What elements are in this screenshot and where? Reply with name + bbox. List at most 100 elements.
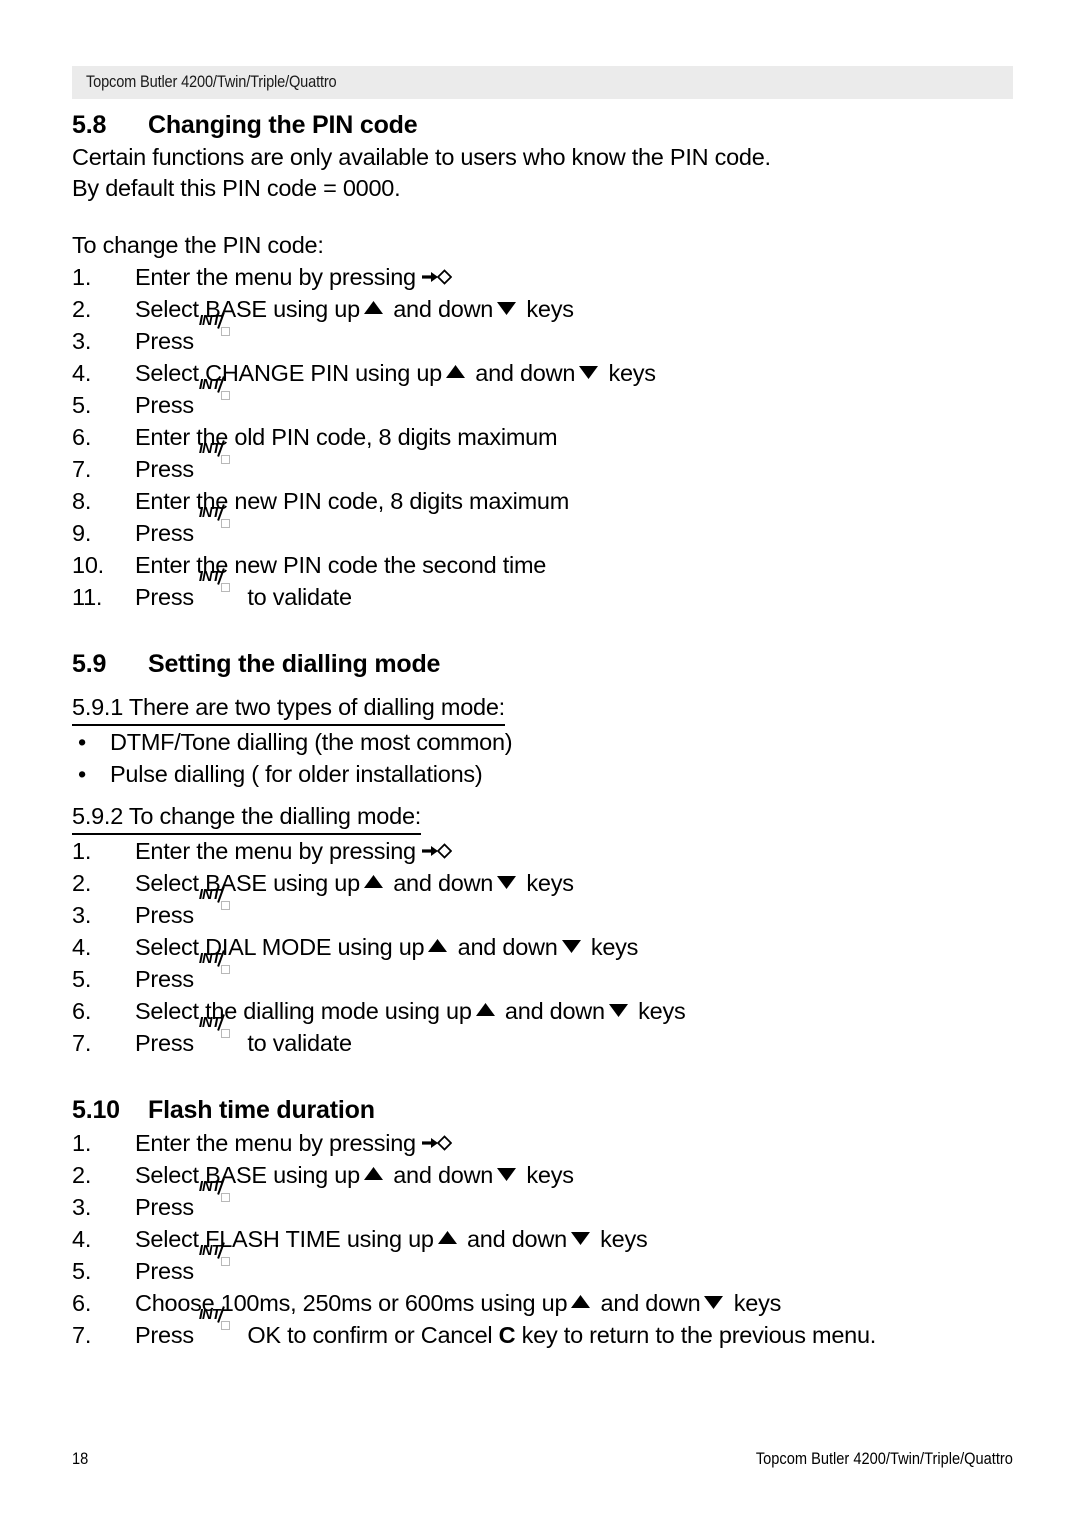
step-item: 5. Press INT [72, 950, 1012, 995]
step-number: 7. [72, 1322, 92, 1348]
step-number: 6. [72, 424, 92, 450]
step-text: Press INT to validate [135, 1014, 352, 1056]
up-triangle-icon [570, 1293, 591, 1309]
up-triangle-icon [363, 873, 384, 889]
up-triangle-icon [427, 937, 448, 953]
step-item: 7. Press INT to validate [72, 1014, 1012, 1059]
step-number: 1. [72, 838, 92, 864]
up-triangle-icon [437, 1229, 458, 1245]
step-text: Enter the menu by pressing [135, 838, 454, 864]
step-number: 3. [72, 328, 92, 354]
down-triangle-icon [496, 1167, 517, 1183]
step-item: 3. Press INT [72, 886, 1012, 931]
section-heading-5-10: 5.10 Flash time duration [72, 1093, 1012, 1127]
section-title-5-10: Flash time duration [148, 1096, 375, 1124]
down-triangle-icon [561, 939, 582, 955]
step-text: Press INT [135, 440, 235, 482]
step-number: 5. [72, 966, 92, 992]
menu-arrow-icon [421, 1133, 453, 1153]
section-heading-5-9: 5.9 Setting the dialling mode [72, 647, 1012, 681]
step-text: Choose 100ms, 250ms or 600ms using up an… [135, 1290, 782, 1316]
int-key-icon: INT [199, 504, 233, 541]
running-header-title: Topcom Butler 4200/Twin/Triple/Quattro [86, 72, 337, 91]
section-title-5-8: Changing the PIN code [148, 111, 418, 139]
step-number: 1. [72, 1130, 92, 1156]
paragraph-5-8-line1: Certain functions are only available to … [72, 144, 771, 170]
footer-document-title: Topcom Butler 4200/Twin/Triple/Quattro [755, 1449, 1013, 1468]
int-key-icon: INT [199, 1242, 233, 1279]
int-key-icon: INT [199, 568, 233, 605]
step-number: 4. [72, 934, 92, 960]
int-key-icon: INT [199, 886, 233, 923]
section-number-5-8: 5.8 [72, 111, 107, 139]
int-key-icon: INT [199, 1178, 233, 1215]
int-key-icon: INT [199, 440, 233, 477]
step-text: Press INT [135, 312, 235, 354]
int-key-icon: INT [199, 1306, 233, 1343]
subheading-wrap-5-9-1: 5.9.1 There are two types of dialling mo… [72, 691, 1012, 726]
down-triangle-icon [703, 1295, 724, 1311]
bullet-item: • Pulse dialling ( for older installation… [72, 758, 1012, 790]
up-triangle-icon [445, 363, 466, 379]
step-number: 6. [72, 998, 92, 1024]
step-list-5-9-2: 1. Enter the menu by pressing 2. Select BAS… [72, 835, 1012, 1059]
lead-in-5-8: To change the PIN code: [72, 232, 324, 258]
bullet-marker: • [78, 729, 86, 755]
int-key-icon: INT [199, 312, 233, 349]
step-item: 3. Press INT [72, 1178, 1012, 1223]
down-triangle-icon [496, 301, 517, 317]
step-number: 2. [72, 1162, 92, 1188]
step-number: 9. [72, 520, 92, 546]
step-item: 7. Press INT [72, 440, 1012, 485]
step-text: Press INT [135, 1178, 235, 1220]
up-triangle-icon [475, 1001, 496, 1017]
step-number: 7. [72, 1030, 92, 1056]
menu-arrow-icon [421, 267, 453, 287]
int-key-icon: INT [199, 376, 233, 413]
step-item: 3. Press INT [72, 312, 1012, 357]
footer-page-number: 18 [72, 1449, 89, 1468]
step-text: Press INT [135, 886, 235, 928]
step-number: 6. [72, 1290, 92, 1316]
step-text: Press INT [135, 950, 235, 992]
int-key-icon: INT [199, 950, 233, 987]
step-number: 10. [72, 552, 104, 578]
section-number-5-10: 5.10 [72, 1096, 120, 1124]
page-footer: 18 Topcom Butler 4200/Twin/Triple/Quattr… [72, 1448, 1013, 1474]
step-item: 1. Enter the menu by pressing [72, 835, 1012, 867]
section-title-5-9: Setting the dialling mode [148, 650, 441, 678]
step-number: 8. [72, 488, 92, 514]
step-item: 9. Press INT [72, 504, 1012, 549]
step-number: 5. [72, 392, 92, 418]
int-key-icon: INT [199, 1014, 233, 1051]
step-item: 5. Press INT [72, 1242, 1012, 1287]
step-text: Enter the menu by pressing [135, 264, 454, 290]
step-text: Press INT [135, 1242, 235, 1284]
up-triangle-icon [363, 1165, 384, 1181]
step-number: 4. [72, 1226, 92, 1252]
step-item: 11. Press INT to validate [72, 568, 1012, 613]
section-number-5-9: 5.9 [72, 650, 107, 678]
step-number: 3. [72, 1194, 92, 1220]
step-text: Enter the new PIN code the second time [135, 552, 547, 578]
down-triangle-icon [570, 1231, 591, 1247]
menu-arrow-icon [421, 841, 453, 861]
bullet-item: • DTMF/Tone dialling (the most common) [72, 726, 1012, 758]
subheading-wrap-5-9-2: 5.9.2 To change the dialling mode: [72, 800, 1012, 835]
step-text: Press INT to validate [135, 568, 352, 610]
step-number: 1. [72, 264, 92, 290]
step-text: Enter the menu by pressing [135, 1130, 454, 1156]
step-list-5-10: 1. Enter the menu by pressing 2. Select BAS… [72, 1127, 1012, 1351]
bullet-marker: • [78, 761, 86, 787]
page-content: 5.8 Changing the PIN code Certain functio… [72, 108, 1012, 1351]
section-heading-5-8: 5.8 Changing the PIN code [72, 108, 1012, 142]
cancel-key-label: C [498, 1322, 516, 1348]
step-number: 2. [72, 296, 92, 322]
bullet-text: Pulse dialling ( for older installations… [110, 761, 483, 787]
step-item: 7. Press INT OK to confirm or Cancel C key… [72, 1306, 1012, 1351]
